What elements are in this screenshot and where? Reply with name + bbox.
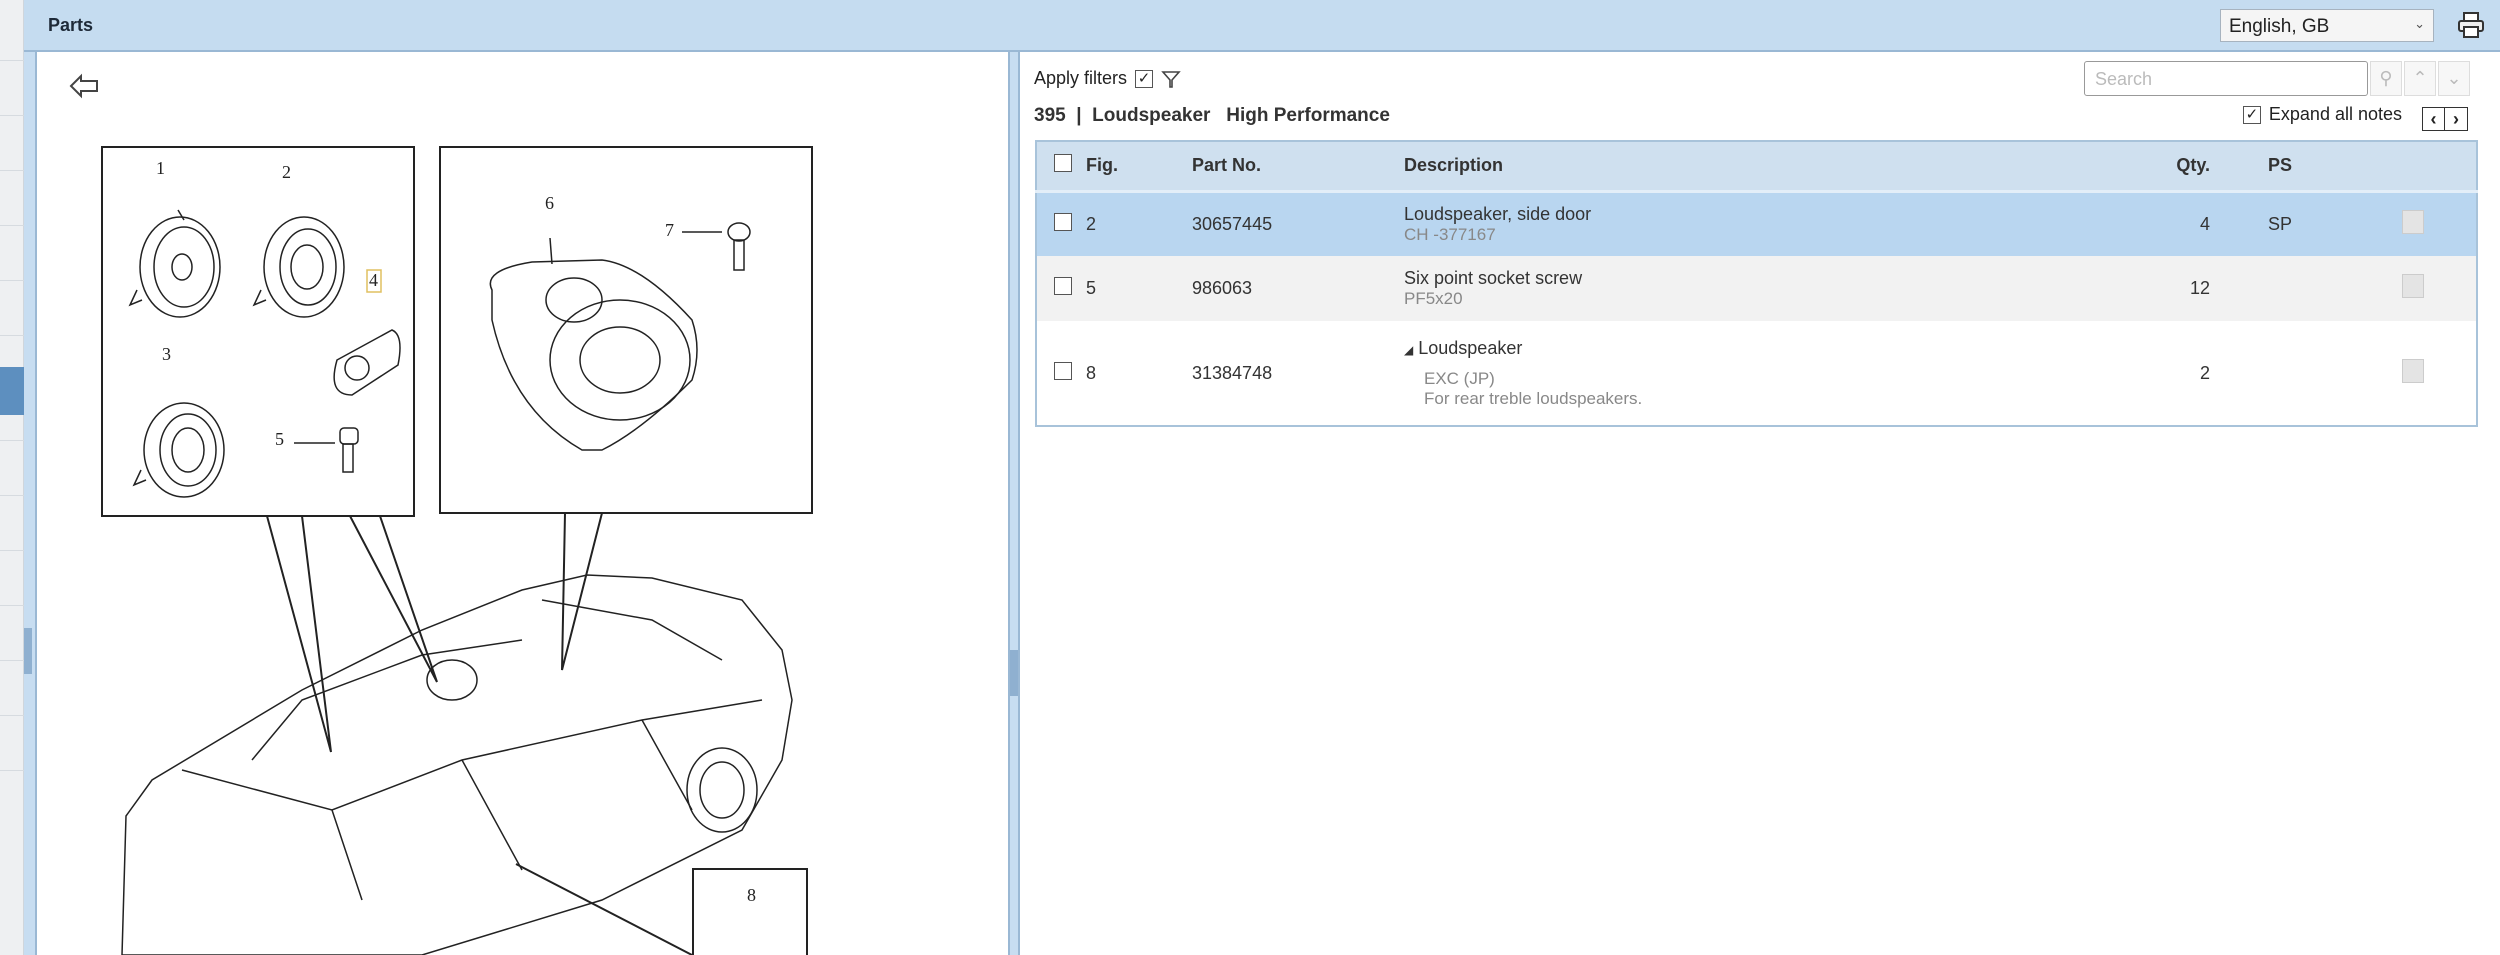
expand-all-notes-checkbox[interactable]: ✓: [2242, 105, 2261, 124]
fig-cell: 8: [1086, 362, 1097, 383]
car-outline: [121, 574, 793, 955]
table-row[interactable]: 8 31384748 ◢ Loudspeaker EXC (JP) For rear…: [1036, 321, 2477, 426]
prev-button[interactable]: ‹: [2423, 108, 2445, 130]
panel-splitter-handle[interactable]: [1010, 650, 1018, 696]
label-6: 6: [545, 193, 554, 213]
ps-cell: [2210, 321, 2350, 426]
parts-diagram: 1 2 4 3 5 6 7 8: [101, 146, 813, 955]
select-all-checkbox[interactable]: [1054, 154, 1072, 173]
language-value: English, GB: [2229, 16, 2330, 37]
label-4: 4: [369, 270, 378, 290]
parts-list-panel: Apply filters ✓ Search ⚲ ⌃ ⌄ 395 | Louds…: [1018, 52, 2500, 955]
part-no-cell: 31384748: [1192, 362, 1273, 383]
apply-filters-label: Apply filters: [1034, 68, 1128, 88]
expand-all-notes: ✓ Expand all notes: [2242, 104, 2402, 125]
part-no-cell: 986063: [1192, 278, 1253, 298]
table-row[interactable]: 5 986063 Six point socket screw PF5x20 12: [1036, 256, 2477, 321]
note-icon[interactable]: [2402, 209, 2424, 234]
search-prev-button[interactable]: ⌃: [2404, 61, 2436, 96]
search-input[interactable]: Search: [2084, 61, 2368, 96]
description-cell: Six point socket screw PF5x20: [1404, 268, 1583, 308]
filter-icon[interactable]: [1161, 69, 1181, 89]
chevron-down-icon: ⌄: [2414, 16, 2425, 31]
qty-cell: 12: [2189, 278, 2210, 298]
col-ps[interactable]: PS: [2210, 141, 2350, 193]
table-row[interactable]: 2 30657445 Loudspeaker, side door CH -377…: [1036, 191, 2477, 256]
qty-cell: 2: [2199, 362, 2210, 383]
collapse-triangle-icon[interactable]: ◢: [1404, 343, 1413, 357]
note-icon[interactable]: [2402, 274, 2424, 298]
left-collapse-handle[interactable]: [24, 628, 32, 674]
search-icon[interactable]: ⚲: [2370, 61, 2402, 96]
apply-filters-checkbox[interactable]: ✓: [1135, 69, 1154, 88]
label-8: 8: [747, 885, 756, 905]
ps-cell: SP: [2267, 213, 2292, 234]
fig-cell: 2: [1086, 213, 1097, 234]
table-header: Fig. Part No. Description Qty. PS: [1036, 141, 2477, 193]
callout-box-rear-treble: [692, 868, 808, 955]
ps-cell: [2210, 256, 2350, 321]
language-select[interactable]: English, GB ⌄: [2220, 9, 2434, 42]
part-no-cell: 30657445: [1192, 213, 1273, 234]
row-checkbox[interactable]: [1054, 212, 1072, 231]
row-checkbox[interactable]: [1054, 361, 1072, 380]
col-part-no[interactable]: Part No.: [1192, 141, 1404, 193]
col-fig[interactable]: Fig.: [1086, 141, 1192, 193]
label-1: 1: [156, 158, 165, 178]
label-3: 3: [162, 344, 171, 364]
label-2: 2: [282, 162, 291, 182]
note-icon[interactable]: [2402, 358, 2424, 383]
next-button[interactable]: ›: [2445, 108, 2467, 130]
col-qty[interactable]: Qty.: [2104, 141, 2210, 193]
row-checkbox[interactable]: [1054, 277, 1072, 295]
expand-all-notes-label: Expand all notes: [2268, 104, 2402, 124]
callout-box-door-speakers: [101, 146, 415, 517]
description-cell: Loudspeaker, side door CH -377167: [1404, 203, 1592, 244]
callout-box-center-speaker: [439, 146, 813, 514]
search-next-button[interactable]: ⌄: [2438, 61, 2470, 96]
note-navigation: ‹ ›: [2422, 107, 2468, 131]
label-5: 5: [275, 429, 284, 449]
print-icon[interactable]: [2456, 10, 2486, 40]
apply-filters: Apply filters ✓: [1034, 68, 1181, 89]
col-description[interactable]: Description: [1404, 141, 2104, 193]
description-cell: ◢ Loudspeaker EXC (JP) For rear treble lou…: [1404, 337, 1643, 408]
parts-table: Fig. Part No. Description Qty. PS 2 3065…: [1035, 140, 2478, 427]
fig-cell: 5: [1086, 278, 1097, 298]
breadcrumb: 395 | Loudspeaker High Performance: [1034, 105, 1390, 126]
label-7: 7: [665, 220, 674, 240]
illustration-panel: 1 2 4 3 5 6 7 8: [35, 52, 1010, 955]
qty-cell: 4: [2199, 213, 2210, 234]
